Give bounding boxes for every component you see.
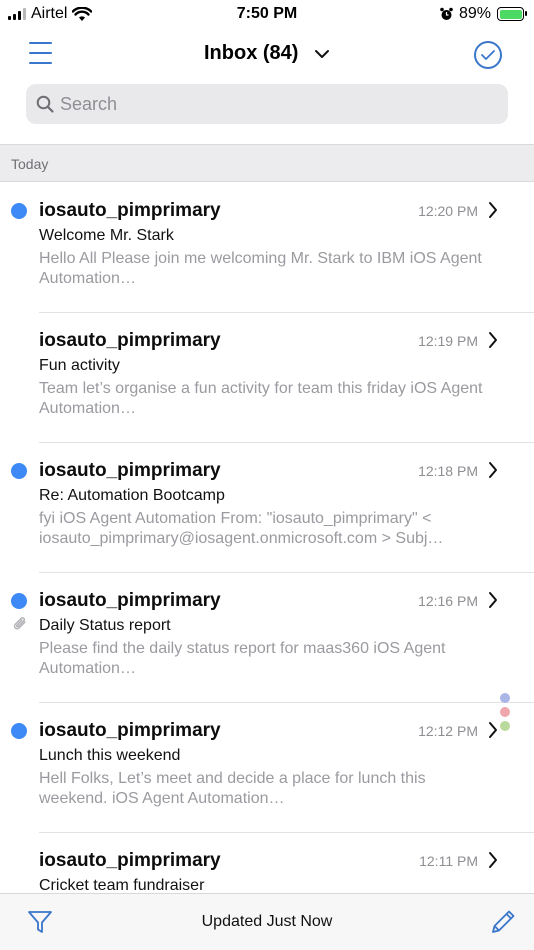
paperclip-icon (13, 617, 26, 630)
email-sender: iosauto_pimprimary (39, 460, 221, 481)
section-header-today: Today (0, 144, 534, 182)
email-row[interactable]: iosauto_pimprimary 12:18 PM Re: Automati… (0, 443, 534, 573)
bottom-toolbar: Updated Just Now (0, 893, 534, 950)
email-subject: Fun activity (39, 357, 120, 374)
status-bar: Airtel 7:50 PM 89% (0, 0, 534, 30)
chevron-right-icon (489, 722, 497, 738)
status-right: 89% (440, 5, 527, 23)
unread-indicator (11, 463, 27, 479)
email-list[interactable]: iosauto_pimprimary 12:20 PM Welcome Mr. … (0, 183, 534, 893)
compose-pencil-icon[interactable] (488, 907, 518, 937)
chevron-right-icon (489, 332, 497, 348)
battery-charging-icon (497, 7, 527, 21)
search-bar[interactable] (26, 84, 508, 124)
email-subject: Cricket team fundraiser (39, 877, 205, 893)
battery-percent: 89% (458, 5, 491, 22)
checkmark-icon (481, 50, 495, 60)
dot-blue (500, 693, 510, 703)
email-subject: Daily Status report (39, 617, 171, 634)
dot-red (500, 707, 510, 717)
email-preview: Please find the daily status report for … (39, 640, 446, 677)
email-subject: Welcome Mr. Stark (39, 227, 174, 244)
alarm-icon (440, 7, 453, 20)
search-input[interactable] (60, 93, 480, 115)
section-label: Today (11, 156, 49, 172)
unread-indicator (11, 723, 27, 739)
email-preview: fyi iOS Agent Automation From: "iosauto_… (39, 510, 444, 547)
email-sender: iosauto_pimprimary (39, 200, 221, 221)
chevron-right-icon (489, 852, 497, 868)
email-sender: iosauto_pimprimary (39, 720, 221, 741)
checkmark-circle-icon[interactable] (474, 41, 502, 69)
floating-dots-handle[interactable] (500, 693, 512, 735)
nav-bar: Inbox (84) (0, 30, 534, 82)
email-row[interactable]: iosauto_pimprimary 12:12 PM Lunch this w… (0, 703, 534, 833)
email-preview: Hello All Please join me welcoming Mr. S… (39, 250, 482, 287)
email-row[interactable]: iosauto_pimprimary 12:16 PM Daily Status… (0, 573, 534, 703)
unread-indicator (11, 593, 27, 609)
email-time: 12:18 PM (418, 463, 478, 479)
mailbox-selector[interactable]: Inbox (84) (0, 42, 534, 65)
email-row[interactable]: iosauto_pimprimary 12:11 PM Cricket team… (0, 833, 534, 893)
email-row[interactable]: iosauto_pimprimary 12:20 PM Welcome Mr. … (0, 183, 534, 313)
chevron-down-icon (315, 49, 329, 58)
email-subject: Lunch this weekend (39, 747, 181, 764)
dot-green (500, 721, 510, 731)
email-sender: iosauto_pimprimary (39, 330, 221, 351)
sync-status: Updated Just Now (201, 913, 333, 930)
chevron-right-icon (489, 592, 497, 608)
email-preview: Team let’s organise a fun activity for t… (39, 380, 483, 417)
email-sender: iosauto_pimprimary (39, 590, 221, 611)
email-preview: Hell Folks, Let’s meet and decide a plac… (39, 770, 426, 807)
email-subject: Re: Automation Bootcamp (39, 487, 225, 504)
email-row[interactable]: iosauto_pimprimary 12:19 PM Fun activity… (0, 313, 534, 443)
email-sender: iosauto_pimprimary (39, 850, 221, 871)
search-area (0, 82, 534, 144)
email-time: 12:16 PM (418, 593, 478, 609)
email-time: 12:11 PM (419, 853, 478, 869)
page-title: Inbox (84) (203, 42, 299, 64)
unread-indicator (11, 203, 27, 219)
chevron-right-icon (489, 462, 497, 478)
email-time: 12:12 PM (418, 723, 478, 739)
search-icon (36, 95, 54, 113)
email-time: 12:20 PM (418, 203, 478, 219)
chevron-right-icon (489, 202, 497, 218)
email-time: 12:19 PM (418, 333, 478, 349)
